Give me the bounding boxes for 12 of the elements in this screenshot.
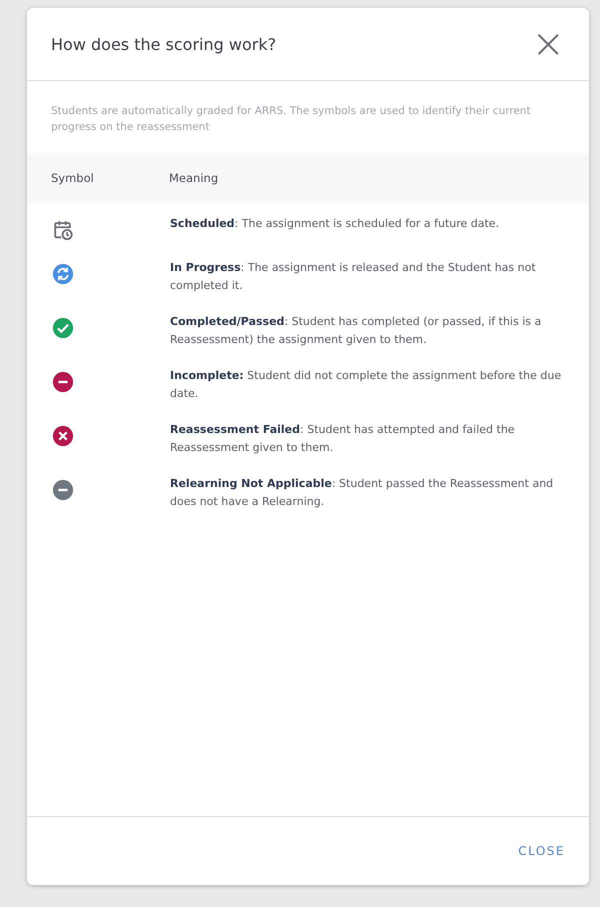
description-text: Students are automatically graded for ARRS. The symbols are used to identify their current progress on the reassessment xyxy=(50,104,532,135)
meaning-text: Scheduled: The assignment is scheduled for a future date. xyxy=(170,216,500,232)
dialog-title: How does the scoring work? xyxy=(51,34,276,54)
meaning-text: Reassessment Failed: Student has attempted and failed the Reassessment given to them. xyxy=(170,422,516,456)
column-header: Meaning xyxy=(169,171,218,185)
close-button[interactable]: × xyxy=(527,24,569,64)
column-header: Symbol xyxy=(51,171,95,185)
meaning-text: Completed/Passed: Student has completed (or passed, if this is a Reassessment) the assignment given to them. xyxy=(170,314,542,348)
meaning-text: Relearning Not Applicable: Student passed the Reassessment and does not have a Relearning. xyxy=(170,476,554,510)
close-text-button[interactable]: CLOSE xyxy=(512,838,571,864)
meaning-text: In Progress: The assignment is released and the Student has not completed it. xyxy=(170,260,537,294)
meaning-text: Incomplete: Student did not complete the assignment before the due date. xyxy=(170,368,562,402)
